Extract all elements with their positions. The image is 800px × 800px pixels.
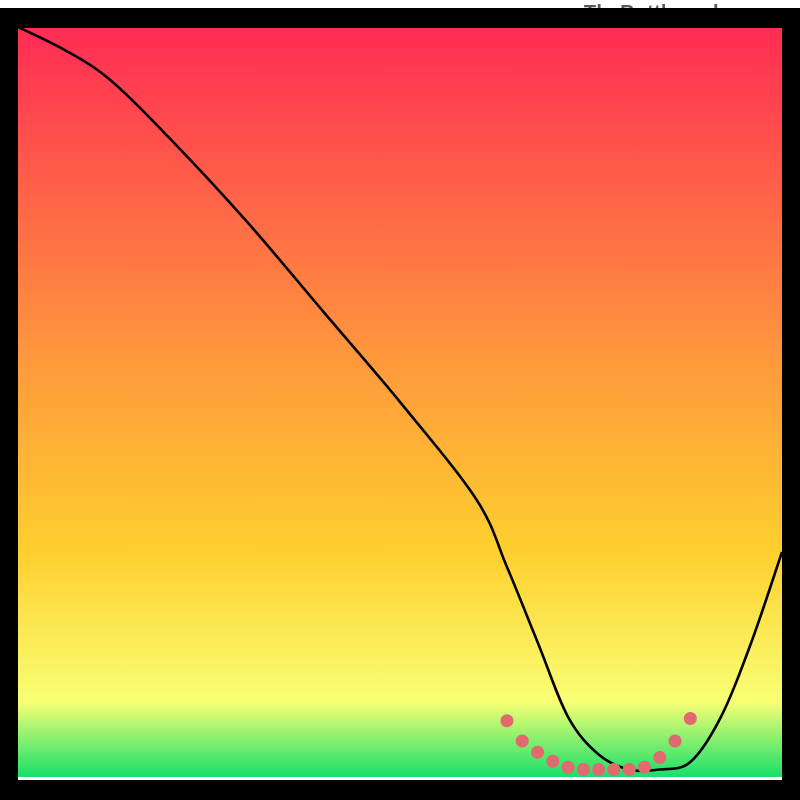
flat-region-dot (577, 763, 590, 776)
flat-region-dot (592, 763, 605, 776)
flat-region-dot (516, 735, 529, 748)
flat-region-dot (669, 735, 682, 748)
flat-region-dot (531, 746, 544, 759)
flat-region-dot (653, 751, 666, 764)
flat-region-dot (546, 755, 559, 768)
flat-region-dot (562, 761, 575, 774)
flat-region-dot (607, 763, 620, 776)
flat-region-dot (684, 712, 697, 725)
flat-region-dot (500, 714, 513, 727)
flat-region-dot (638, 761, 651, 774)
flat-region-dot (623, 763, 636, 776)
bottleneck-chart (0, 0, 800, 800)
